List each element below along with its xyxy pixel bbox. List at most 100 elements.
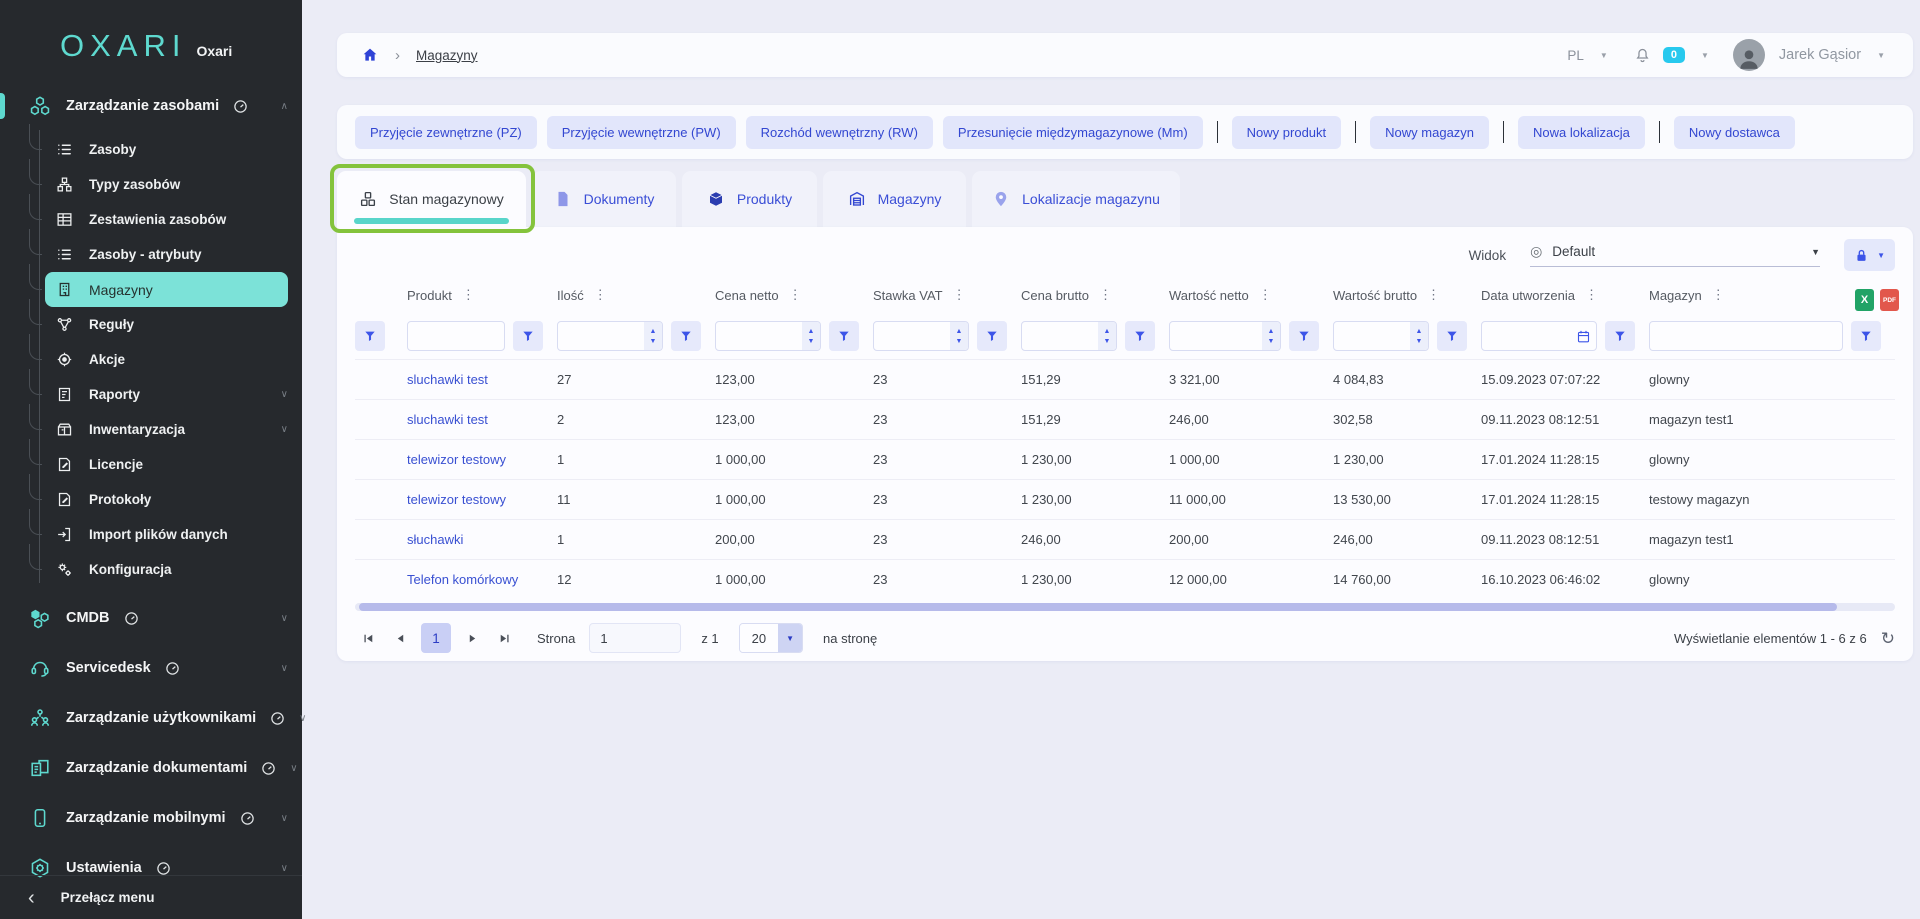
sidebar-item-import-plikow[interactable]: Import plików danych [45,517,288,552]
tab-dokumenty[interactable]: Dokumenty [532,171,676,227]
scrollbar-thumb[interactable] [359,603,1837,611]
calendar-icon[interactable] [1570,322,1596,350]
sidebar-section-zarzadzanie-mobilnymi[interactable]: Zarządzanie mobilnymi ∨ [0,793,302,843]
sidebar-section-servicedesk[interactable]: Servicedesk ∨ [0,643,302,693]
wartosc-brutto-filter-input[interactable] [1334,322,1410,350]
table-row[interactable]: Telefon komórkowy 12 1 000,00 23 1 230,0… [355,559,1895,599]
column-header-cena-brutto[interactable]: Cena brutto⋮ [1021,287,1169,303]
chevron-down-icon[interactable]: ▼ [1600,51,1608,60]
chevron-down-icon[interactable]: ▼ [1877,51,1885,60]
filter-funnel-button[interactable] [1437,321,1467,351]
view-select[interactable]: ◎ Default ▼ [1530,243,1820,267]
horizontal-scrollbar[interactable] [355,603,1895,611]
menu-toggle[interactable]: ‹ Przełącz menu [0,875,302,919]
export-pdf-icon[interactable]: PDF [1880,289,1899,311]
next-page-button[interactable] [459,625,485,651]
home-icon[interactable] [361,46,379,64]
kebab-menu-icon[interactable]: ⋮ [1585,287,1598,303]
magazyn-filter-input[interactable] [1650,322,1842,350]
notification-badge[interactable]: 0 [1663,47,1685,63]
language-selector[interactable]: PL [1567,48,1584,63]
product-link[interactable]: telewizor testowy [407,452,557,467]
filter-funnel-button[interactable] [671,321,701,351]
sidebar-item-typy-zasobow[interactable]: Typy zasobów [45,167,288,202]
export-excel-icon[interactable]: X [1855,289,1874,311]
column-header-wartosc-brutto[interactable]: Wartość brutto⋮ [1333,287,1481,303]
previous-page-button[interactable] [387,625,413,651]
product-link[interactable]: Telefon komórkowy [407,572,557,587]
filter-funnel-button[interactable] [1125,321,1155,351]
filter-funnel-button[interactable] [1289,321,1319,351]
user-name[interactable]: Jarek Gąsior [1779,47,1861,63]
sidebar-item-reguly[interactable]: Reguły [45,307,288,342]
column-header-data-utworzenia[interactable]: Data utworzenia⋮ [1481,287,1649,303]
filter-funnel-button[interactable] [1851,321,1881,351]
wartosc-netto-filter-input[interactable] [1170,322,1262,350]
sidebar-item-zasoby-atrybuty[interactable]: Zasoby - atrybuty [45,237,288,272]
avatar[interactable] [1733,39,1765,71]
bell-icon[interactable] [1634,47,1651,64]
sidebar-item-zasoby[interactable]: Zasoby [45,132,288,167]
ilosc-filter-input[interactable] [558,322,644,350]
sidebar-section-cmdb[interactable]: CMDB ∨ [0,593,302,643]
filter-funnel-button[interactable] [355,321,385,351]
product-link[interactable]: sluchawki test [407,372,557,387]
nowy-dostawca-button[interactable]: Nowy dostawca [1674,116,1795,149]
column-header-produkt[interactable]: Produkt⋮ [407,287,557,303]
breadcrumb-current[interactable]: Magazyny [416,48,478,63]
sidebar-item-zestawienia-zasobow[interactable]: Zestawienia zasobów [45,202,288,237]
kebab-menu-icon[interactable]: ⋮ [1427,287,1440,303]
kebab-menu-icon[interactable]: ⋮ [1259,287,1272,303]
nowa-lokalizacja-button[interactable]: Nowa lokalizacja [1518,116,1645,149]
number-spinner[interactable]: ▲▼ [950,322,968,350]
stawka-vat-filter-input[interactable] [874,322,950,350]
number-spinner[interactable]: ▲▼ [644,322,662,350]
kebab-menu-icon[interactable]: ⋮ [1099,287,1112,303]
tab-stan-magazynowy[interactable]: Stan magazynowy [337,171,526,227]
nowy-produkt-button[interactable]: Nowy produkt [1232,116,1341,149]
first-page-button[interactable] [355,625,381,651]
number-spinner[interactable]: ▲▼ [1098,322,1116,350]
kebab-menu-icon[interactable]: ⋮ [1712,287,1725,303]
column-header-wartosc-netto[interactable]: Wartość netto⋮ [1169,287,1333,303]
table-row[interactable]: telewizor testowy 11 1 000,00 23 1 230,0… [355,479,1895,519]
filter-funnel-button[interactable] [513,321,543,351]
kebab-menu-icon[interactable]: ⋮ [594,287,607,303]
product-link[interactable]: telewizor testowy [407,492,557,507]
przyjecie-wewnetrzne-button[interactable]: Przyjęcie wewnętrzne (PW) [547,116,736,149]
sidebar-section-zarzadzanie-zasobami[interactable]: Zarządzanie zasobami ∧ [0,84,302,128]
filter-funnel-button[interactable] [829,321,859,351]
data-utworzenia-filter-input[interactable] [1482,322,1570,350]
tab-produkty[interactable]: Produkty [682,171,817,227]
table-row[interactable]: słuchawki 1 200,00 23 246,00 200,00 246,… [355,519,1895,559]
page-size-select[interactable]: 20 ▼ [739,623,803,653]
column-header-cena-netto[interactable]: Cena netto⋮ [715,287,873,303]
sidebar-item-akcje[interactable]: Akcje [45,342,288,377]
lock-view-button[interactable]: ▼ [1844,239,1895,271]
current-page-button[interactable]: 1 [421,623,451,653]
przyjecie-zewnetrzne-button[interactable]: Przyjęcie zewnętrzne (PZ) [355,116,537,149]
sidebar-item-protokoly[interactable]: Protokoły [45,482,288,517]
number-spinner[interactable]: ▲▼ [1262,322,1280,350]
column-header-ilosc[interactable]: Ilość⋮ [557,287,715,303]
column-header-stawka-vat[interactable]: Stawka VAT⋮ [873,287,1021,303]
sidebar-item-magazyny[interactable]: Magazyny [45,272,288,307]
number-spinner[interactable]: ▲▼ [802,322,820,350]
last-page-button[interactable] [491,625,517,651]
refresh-icon[interactable]: ↻ [1881,630,1895,647]
table-row[interactable]: sluchawki test 2 123,00 23 151,29 246,00… [355,399,1895,439]
sidebar-section-zarzadzanie-uzytkownikami[interactable]: Zarządzanie użytkownikami ∨ [0,693,302,743]
chevron-down-icon[interactable]: ▼ [1701,51,1709,60]
sidebar-item-inwentaryzacja[interactable]: Inwentaryzacja ∨ [45,412,288,447]
tab-lokalizacje-magazynu[interactable]: Lokalizacje magazynu [972,171,1180,227]
product-link[interactable]: sluchawki test [407,412,557,427]
nowy-magazyn-button[interactable]: Nowy magazyn [1370,116,1489,149]
page-number-input[interactable] [589,623,681,653]
number-spinner[interactable]: ▲▼ [1410,322,1428,350]
cena-brutto-filter-input[interactable] [1022,322,1098,350]
sidebar-item-licencje[interactable]: Licencje [45,447,288,482]
table-row[interactable]: telewizor testowy 1 1 000,00 23 1 230,00… [355,439,1895,479]
rozchod-wewnetrzny-button[interactable]: Rozchód wewnętrzny (RW) [746,116,933,149]
filter-funnel-button[interactable] [1605,321,1635,351]
przesuniecie-miedzymagazynowe-button[interactable]: Przesunięcie międzymagazynowe (Mm) [943,116,1203,149]
